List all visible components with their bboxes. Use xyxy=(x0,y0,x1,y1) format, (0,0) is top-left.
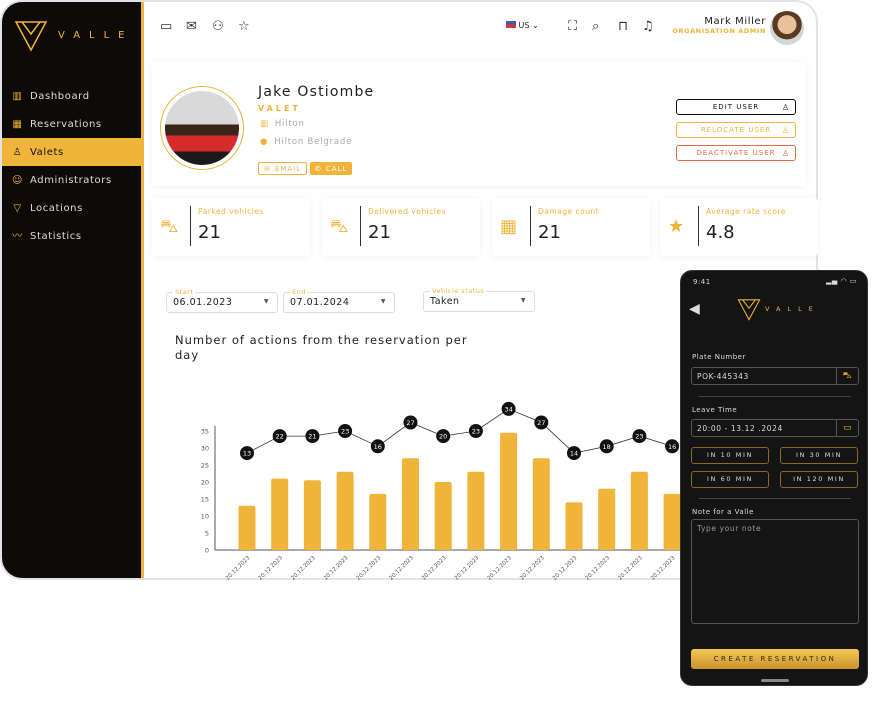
x-tick-label: 20.12.2023 xyxy=(454,555,481,580)
bar xyxy=(434,482,452,550)
note-placeholder: Type your note xyxy=(697,524,762,533)
phone-mockup: 9:41 ▂▄ ◠ ▭ ◀ VALLE Plate Number POK-445… xyxy=(680,270,868,686)
bar xyxy=(532,458,550,550)
data-label: 27 xyxy=(406,419,414,427)
y-tick-label: 25 xyxy=(201,462,209,470)
quick-30-button[interactable]: IN 30 MIN xyxy=(780,447,858,464)
x-tick-label: 20.12.2023 xyxy=(519,555,546,580)
quick-10-button[interactable]: IN 10 MIN xyxy=(691,447,769,464)
y-tick-label: 30 xyxy=(201,445,209,453)
data-label: 34 xyxy=(504,405,512,413)
data-label: 20 xyxy=(439,433,447,441)
y-tick-label: 10 xyxy=(201,513,209,521)
bar xyxy=(369,493,387,550)
divider xyxy=(699,396,851,397)
y-tick-label: 15 xyxy=(201,496,209,504)
leave-label: Leave Time xyxy=(692,406,738,414)
x-tick-label: 20.12.2023 xyxy=(421,555,448,580)
data-label: 23 xyxy=(635,433,643,441)
phone-logo-text: VALLE xyxy=(765,305,820,313)
x-tick-label: 20.12.2023 xyxy=(650,555,677,580)
bar xyxy=(663,493,681,550)
calendar-icon: ▭ xyxy=(836,420,858,436)
x-tick-label: 20.12.2023 xyxy=(290,555,317,580)
car-icon: ⛍ xyxy=(836,368,858,384)
bar xyxy=(271,478,289,550)
data-label: 23 xyxy=(472,428,480,436)
note-label: Note for a Valle xyxy=(692,508,754,516)
quick-120-button[interactable]: IN 120 MIN xyxy=(780,471,858,488)
bar xyxy=(303,480,321,550)
x-tick-label: 20.12.2023 xyxy=(388,555,415,580)
status-time: 9:41 xyxy=(693,278,711,286)
data-label: 27 xyxy=(537,419,545,427)
valle-logo-icon xyxy=(737,299,761,321)
bar xyxy=(598,488,616,550)
x-tick-label: 20.12.2023 xyxy=(258,555,285,580)
quick-60-button[interactable]: IN 60 MIN xyxy=(691,471,769,488)
x-tick-label: 20.12.2023 xyxy=(552,555,579,580)
bar xyxy=(467,471,485,550)
bar xyxy=(630,471,648,550)
x-tick-label: 20.12.2023 xyxy=(486,555,513,580)
note-textarea[interactable]: Type your note xyxy=(691,519,859,624)
x-tick-label: 20.12.2023 xyxy=(356,555,383,580)
plate-input[interactable]: POK-445343 ⛍ xyxy=(691,367,859,385)
leave-value: 20:00 - 13.12 .2024 xyxy=(697,424,783,433)
x-tick-label: 20.12.2023 xyxy=(323,555,350,580)
y-tick-label: 20 xyxy=(201,479,209,487)
data-label: 16 xyxy=(374,443,382,451)
create-reservation-button[interactable]: CREATE RESERVATION xyxy=(691,649,859,669)
data-label: 22 xyxy=(276,433,284,441)
y-tick-label: 5 xyxy=(205,530,209,538)
data-label: 16 xyxy=(668,443,676,451)
data-label: 21 xyxy=(308,433,316,441)
bar xyxy=(565,502,583,550)
bar xyxy=(500,432,518,550)
bar xyxy=(238,505,256,550)
data-label: 23 xyxy=(341,428,349,436)
y-tick-label: 0 xyxy=(205,547,209,555)
plate-label: Plate Number xyxy=(692,353,746,361)
status-icons: ▂▄ ◠ ▭ xyxy=(826,277,857,285)
data-label: 18 xyxy=(603,443,611,451)
x-tick-label: 20.12.2023 xyxy=(225,555,252,580)
bar xyxy=(402,458,419,550)
leave-time-input[interactable]: 20:00 - 13.12 .2024 ▭ xyxy=(691,419,859,437)
x-tick-label: 20.12.2023 xyxy=(617,555,644,580)
plate-value: POK-445343 xyxy=(697,372,749,381)
back-icon[interactable]: ◀ xyxy=(689,301,700,317)
data-label: 13 xyxy=(243,450,251,458)
y-tick-label: 35 xyxy=(201,428,209,436)
data-label: 14 xyxy=(570,450,578,458)
divider xyxy=(699,498,851,499)
x-tick-label: 20.12.2023 xyxy=(585,555,612,580)
home-indicator xyxy=(761,679,789,682)
bar xyxy=(336,471,354,550)
